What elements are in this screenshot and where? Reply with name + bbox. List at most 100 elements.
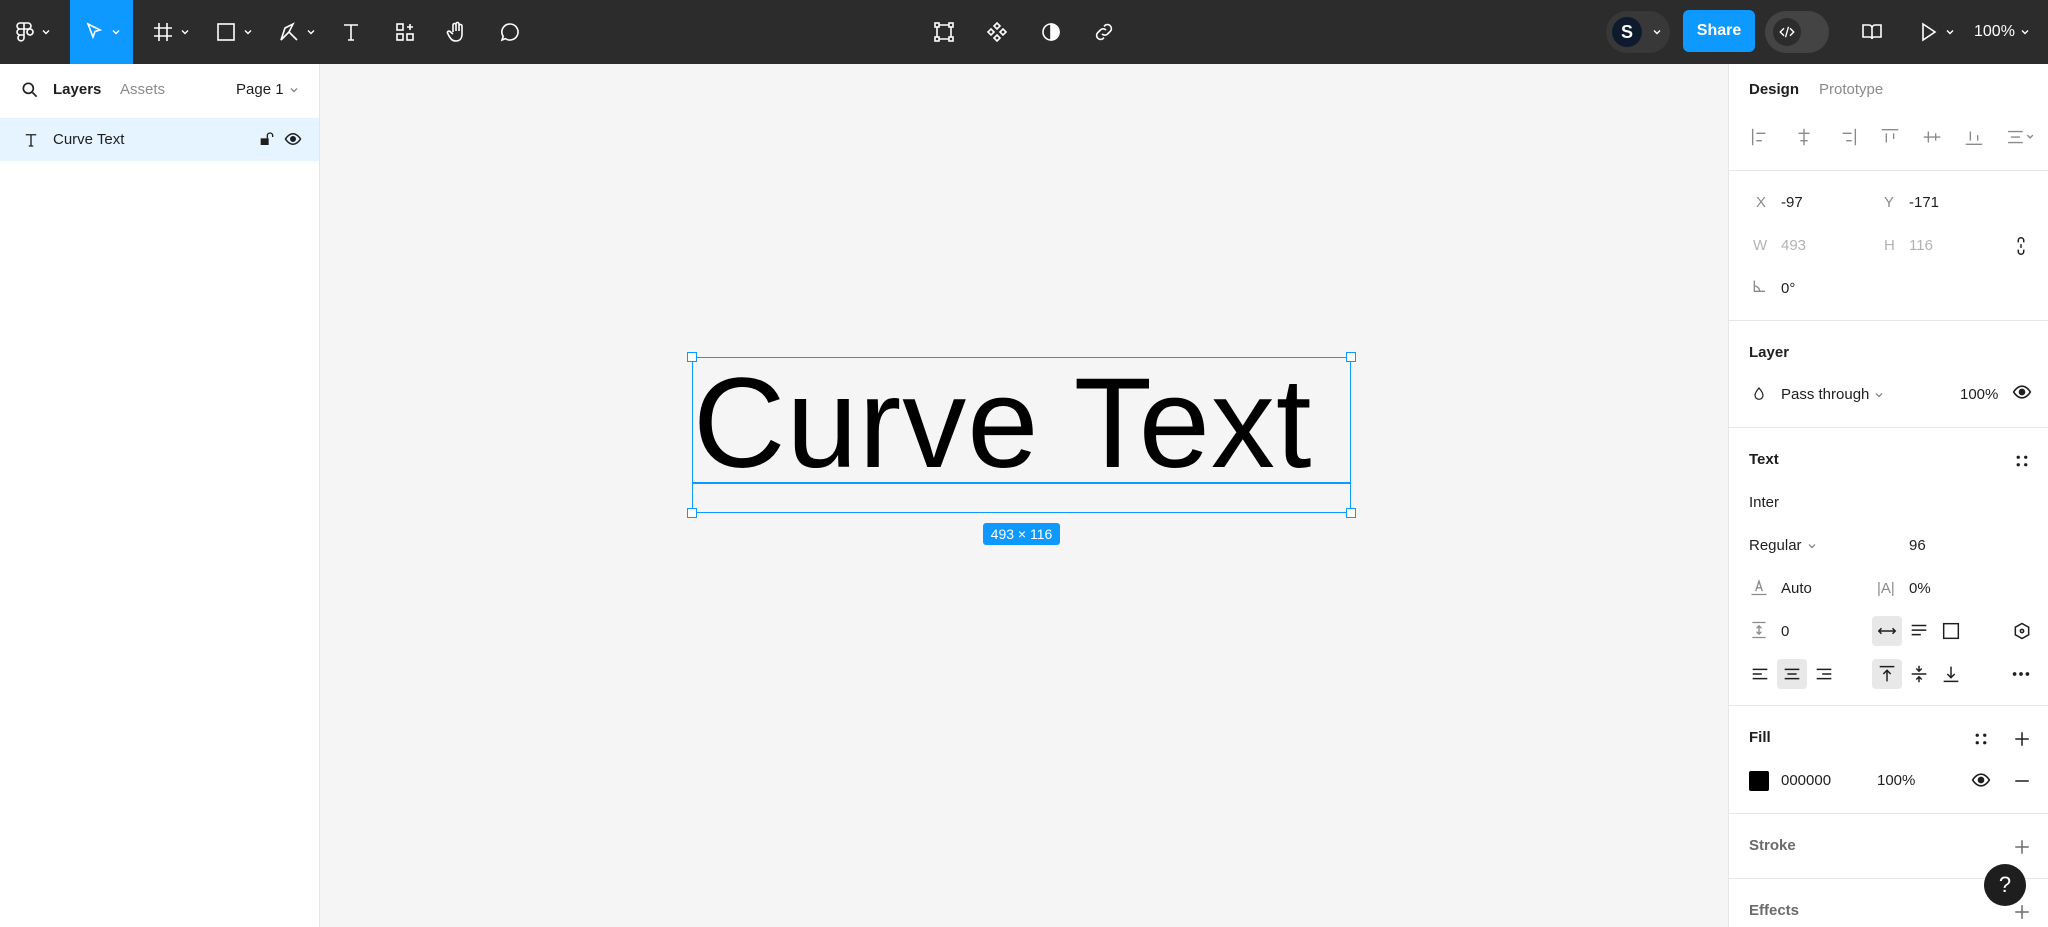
fill-styles-grid-icon[interactable] <box>1972 730 1990 748</box>
align-horizontal-center-icon[interactable] <box>1793 126 1815 148</box>
h-input[interactable]: 116 <box>1909 237 1933 254</box>
auto-width-icon[interactable] <box>1876 620 1898 642</box>
page-selector[interactable]: Page 1 <box>236 81 299 98</box>
align-bottom-icon[interactable] <box>1963 126 1985 148</box>
tab-layers[interactable]: Layers <box>53 81 101 98</box>
fill-hex-input[interactable]: 000000 <box>1781 772 1831 789</box>
component-icon <box>986 21 1008 43</box>
blend-mode-value: Pass through <box>1781 386 1870 403</box>
align-right-icon[interactable] <box>1837 126 1859 148</box>
text-layer-icon <box>25 133 37 147</box>
text-tool-button[interactable] <box>336 0 366 64</box>
plus-icon[interactable] <box>2013 903 2031 921</box>
shape-tool-button[interactable] <box>208 0 258 64</box>
tab-assets[interactable]: Assets <box>120 81 165 98</box>
edit-object-button[interactable] <box>929 0 959 64</box>
text-styles-grid-icon[interactable] <box>2013 452 2031 470</box>
chevron-down-icon <box>42 30 49 35</box>
fill-color-swatch[interactable] <box>1749 771 1769 791</box>
create-component-button[interactable] <box>982 0 1012 64</box>
text-align-center-icon[interactable] <box>1781 663 1803 685</box>
eye-icon[interactable] <box>284 130 302 148</box>
frame-tool-button[interactable] <box>145 0 195 64</box>
blend-mode-dropdown[interactable]: Pass through <box>1781 386 1884 403</box>
paragraph-spacing-input[interactable]: 0 <box>1781 623 1789 640</box>
minus-icon[interactable] <box>2013 772 2031 790</box>
search-icon[interactable] <box>20 80 40 100</box>
w-input[interactable]: 493 <box>1781 237 1806 254</box>
zoom-dropdown[interactable]: 100% <box>1974 0 2030 64</box>
frame-hash-icon <box>153 23 172 41</box>
link-icon <box>1095 23 1113 41</box>
fill-opacity-input[interactable]: 100% <box>1877 772 1915 789</box>
vertical-align-bottom-icon[interactable] <box>1940 663 1962 685</box>
more-options-icon[interactable] <box>2010 663 2032 685</box>
text-align-right-icon[interactable] <box>1813 663 1835 685</box>
x-input[interactable]: -97 <box>1781 194 1803 211</box>
font-family-dropdown[interactable]: Inter <box>1749 494 1779 511</box>
chevron-down-icon <box>181 30 188 35</box>
page-label: Page 1 <box>236 81 284 98</box>
hand-tool-button[interactable] <box>442 0 472 64</box>
text-settings-icon[interactable] <box>2012 621 2032 641</box>
distribute-icon[interactable] <box>2005 126 2035 148</box>
selected-text-object[interactable]: Curve Text <box>692 352 1351 513</box>
question-mark-icon: ? <box>1998 872 2012 897</box>
align-top-icon[interactable] <box>1879 126 1901 148</box>
font-weight-value: Regular <box>1749 537 1802 554</box>
copy-link-button[interactable] <box>1089 0 1119 64</box>
plus-icon[interactable] <box>2013 730 2031 748</box>
letter-spacing-input[interactable]: 0% <box>1909 580 1931 597</box>
resources-tool-button[interactable] <box>390 0 420 64</box>
canvas-text: Curve Text <box>693 352 1313 495</box>
y-input[interactable]: -171 <box>1909 194 1939 211</box>
dev-mode-toggle[interactable] <box>1765 11 1829 53</box>
eye-icon[interactable] <box>1971 770 1991 790</box>
share-button[interactable]: Share <box>1683 10 1755 52</box>
comment-tool-button[interactable] <box>495 0 525 64</box>
text-baseline <box>692 482 1351 484</box>
tab-prototype[interactable]: Prototype <box>1819 81 1883 98</box>
book-icon <box>1862 24 1882 40</box>
chevron-down-icon <box>112 30 120 35</box>
divider <box>1729 320 2048 321</box>
library-button[interactable] <box>1857 0 1887 64</box>
auto-height-icon[interactable] <box>1908 620 1930 642</box>
resize-handle-bottom-left[interactable] <box>687 508 697 518</box>
pen-tool-button[interactable] <box>271 0 321 64</box>
fixed-size-icon[interactable] <box>1940 620 1962 642</box>
vertical-align-middle-icon[interactable] <box>1908 663 1930 685</box>
present-button[interactable] <box>1912 0 1958 64</box>
mask-button[interactable] <box>1036 0 1066 64</box>
chevron-down-icon <box>1653 30 1661 35</box>
resize-handle-top-left[interactable] <box>687 352 697 362</box>
divider <box>1729 170 2048 171</box>
vector-edit-icon <box>934 22 954 42</box>
figma-app: S Share 100% Layers Assets Page 1 Curve … <box>0 0 2048 927</box>
layer-row-curve-text[interactable]: Curve Text <box>0 118 319 161</box>
h-label: H <box>1884 237 1895 254</box>
align-left-icon[interactable] <box>1749 126 1771 148</box>
font-weight-dropdown[interactable]: Regular <box>1749 537 1817 554</box>
text-align-left-icon[interactable] <box>1749 663 1771 685</box>
align-vertical-center-icon[interactable] <box>1921 126 1943 148</box>
vertical-align-top-icon[interactable] <box>1876 663 1898 685</box>
hand-icon <box>446 21 463 42</box>
plus-icon[interactable] <box>2013 838 2031 856</box>
move-tool-button[interactable] <box>70 0 133 64</box>
components-grid-icon <box>396 23 414 41</box>
font-size-input[interactable]: 96 <box>1909 537 1926 554</box>
rotation-input[interactable]: 0° <box>1781 280 1795 297</box>
main-menu-button[interactable] <box>6 0 56 64</box>
help-button[interactable]: ? <box>1984 864 2026 906</box>
unlock-icon[interactable] <box>258 131 274 147</box>
tab-design[interactable]: Design <box>1749 81 1799 98</box>
layer-name: Curve Text <box>53 131 125 148</box>
resize-handle-bottom-right[interactable] <box>1346 508 1356 518</box>
resize-handle-top-right[interactable] <box>1346 352 1356 362</box>
layer-opacity-input[interactable]: 100% <box>1960 386 1998 403</box>
line-height-input[interactable]: Auto <box>1781 580 1812 597</box>
constrain-proportions-icon[interactable] <box>2010 235 2032 257</box>
eye-icon[interactable] <box>2012 382 2032 402</box>
multiplayer-avatar-button[interactable]: S <box>1606 11 1670 53</box>
